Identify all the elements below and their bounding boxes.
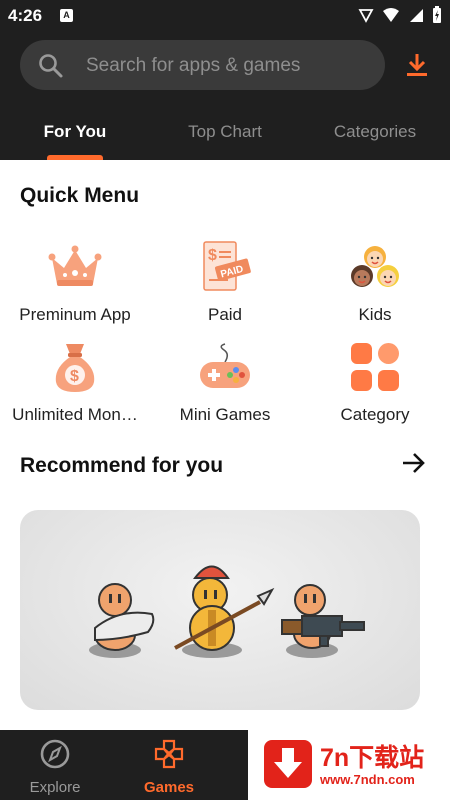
quick-menu-item-unlimited-money[interactable]: $ Unlimited Mon…	[0, 340, 150, 425]
tab-top-chart[interactable]: Top Chart	[160, 122, 290, 142]
bottom-navigation: Explore Games	[0, 730, 248, 800]
watermark: 7n下载站 www.7ndn.com	[248, 730, 450, 800]
signal-icon	[358, 9, 374, 23]
cell-signal-icon	[410, 9, 423, 22]
money-bag-icon: $	[55, 344, 95, 392]
grid-icon	[351, 343, 399, 391]
quick-menu-label: Preminum App	[19, 305, 131, 324]
nav-explore-label: Explore	[29, 779, 81, 796]
game-artwork-image	[89, 565, 365, 658]
download-icon[interactable]	[405, 52, 429, 78]
quick-menu-label: Category	[340, 405, 410, 424]
arrow-right-icon[interactable]	[402, 452, 426, 474]
quick-menu-label: Kids	[358, 305, 392, 324]
quick-menu-label: Unlimited Mon…	[12, 405, 138, 424]
quick-menu-item-kids[interactable]: Kids	[300, 240, 450, 325]
main-content: Quick Menu Preminum App $ PAID Paid Kids…	[0, 160, 450, 730]
gamepad-icon	[200, 343, 250, 388]
search-bar[interactable]: Search for apps & games	[20, 40, 385, 90]
watermark-logo-icon	[264, 740, 312, 788]
crown-icon	[48, 245, 102, 286]
status-time: 4:26	[8, 6, 43, 25]
paid-receipt-icon: $ PAID	[203, 241, 251, 291]
notification-icon: A	[60, 9, 73, 22]
app-screen: 4:26 A Search for apps & games For You T…	[0, 0, 450, 800]
notification-badge: A	[63, 10, 70, 20]
search-icon	[39, 54, 63, 78]
watermark-title: 7n下载站	[320, 744, 425, 772]
quick-menu-item-premium[interactable]: Preminum App	[0, 240, 150, 325]
status-icons	[358, 6, 442, 24]
download-arrow-icon	[274, 748, 302, 778]
nav-explore[interactable]: Explore	[0, 738, 110, 796]
nav-games[interactable]: Games	[114, 738, 224, 796]
gamepad-cross-icon	[154, 739, 184, 769]
quick-menu-label: Mini Games	[179, 405, 271, 424]
recommend-title: Recommend for you	[20, 454, 224, 477]
kids-faces-icon	[351, 246, 399, 287]
svg-text:$: $	[208, 247, 217, 264]
wifi-icon	[383, 8, 399, 22]
quick-menu-item-mini-games[interactable]: Mini Games	[150, 340, 300, 425]
quick-menu-label: Paid	[207, 305, 243, 324]
battery-icon	[433, 6, 441, 23]
quick-menu-item-paid[interactable]: $ PAID Paid	[150, 240, 300, 325]
header: Search for apps & games For You Top Char…	[0, 32, 450, 160]
svg-text:$: $	[70, 368, 79, 385]
recommend-banner[interactable]	[20, 510, 420, 710]
tab-for-you[interactable]: For You	[10, 122, 140, 142]
compass-icon	[40, 739, 70, 769]
tab-bar: For You Top Chart Categories	[0, 112, 450, 160]
tab-categories[interactable]: Categories	[310, 122, 440, 142]
search-placeholder[interactable]: Search for apps & games	[86, 55, 300, 77]
status-bar: 4:26 A	[0, 0, 450, 32]
quick-menu-title: Quick Menu	[20, 184, 140, 207]
quick-menu-item-category[interactable]: Category	[300, 340, 450, 425]
nav-games-label: Games	[143, 779, 195, 796]
watermark-url: www.7ndn.com	[320, 772, 415, 787]
